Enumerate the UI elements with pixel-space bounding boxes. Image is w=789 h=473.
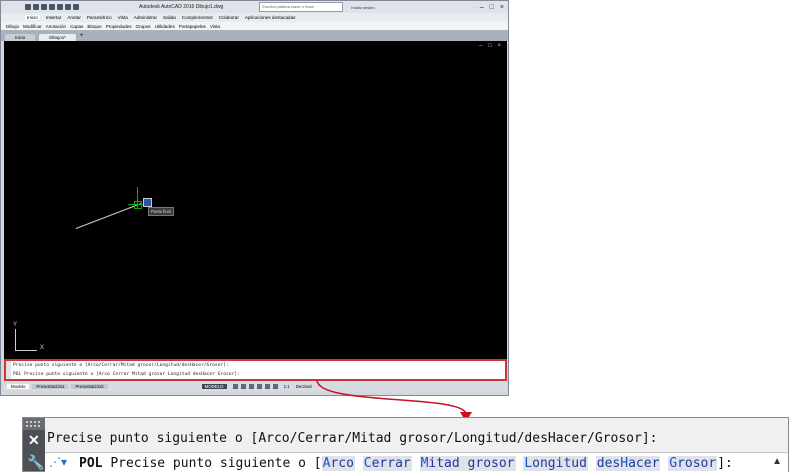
panel-anotacion[interactable]: Anotación — [46, 24, 66, 29]
window-title: Autodesk AutoCAD 2016 Dibujo1.dwg — [139, 4, 224, 10]
endpoint-snap-icon — [143, 198, 152, 207]
panel-modificar[interactable]: Modificar — [23, 24, 42, 29]
grid-icon[interactable] — [232, 383, 238, 389]
tab-anotar[interactable]: Anotar — [67, 15, 81, 20]
polar-icon[interactable] — [256, 383, 262, 389]
option-arco[interactable]: Arco — [321, 456, 355, 471]
sign-in-link[interactable]: Iniciar sesión — [351, 5, 374, 10]
open-icon[interactable] — [33, 4, 39, 10]
tab-inicio[interactable]: Inicio — [25, 15, 40, 20]
panel-grupos[interactable]: Grupos — [136, 24, 151, 29]
command-name: POL — [79, 456, 103, 471]
prompt-end: ]: — [717, 456, 733, 471]
quick-access-toolbar — [25, 4, 79, 10]
option-longitud[interactable]: Longitud — [523, 456, 588, 471]
tab-aplicaciones[interactable]: Aplicaciones destacadas — [245, 15, 296, 20]
new-tab-button[interactable]: + — [80, 33, 84, 39]
option-deshacer[interactable]: desHacer — [595, 456, 661, 471]
wrench-icon[interactable]: 🔧 — [27, 454, 44, 471]
autocad-window: A Autodesk AutoCAD 2016 Dibujo1.dwg Escr… — [0, 0, 509, 396]
layout-tab-modelo[interactable]: Modelo — [7, 383, 30, 389]
pickbox — [134, 201, 142, 209]
recent-commands-icon[interactable]: ⋰▾ — [49, 455, 67, 469]
close-button[interactable]: × — [500, 4, 504, 11]
command-input[interactable]: ⋰▾ POL Precise punto siguiente o [Arco C… — [45, 452, 788, 473]
panel-utilidades[interactable]: Utilidades — [155, 24, 175, 29]
maximize-button[interactable]: □ — [490, 4, 494, 11]
tab-administrar[interactable]: Administrar — [134, 15, 157, 20]
layout-tab-presentacion2[interactable]: Presentación2 — [71, 383, 108, 389]
title-bar: Autodesk AutoCAD 2016 Dibujo1.dwg Escrib… — [1, 1, 508, 13]
file-tabs: Inicio Dibujo1* + — [1, 30, 508, 41]
new-icon[interactable] — [25, 4, 31, 10]
ucs-icon: Y X — [12, 322, 45, 353]
status-toggles — [232, 383, 278, 389]
panel-bloque[interactable]: Bloque — [87, 24, 101, 29]
window-controls: – □ × — [480, 4, 504, 11]
layout-tab-presentacion1[interactable]: Presentación1 — [32, 383, 69, 389]
minimize-button[interactable]: – — [480, 4, 484, 11]
ucs-x-label: X — [40, 345, 45, 351]
history-up-icon[interactable]: ▲ — [772, 456, 782, 467]
close-icon[interactable]: ✕ — [28, 432, 40, 449]
tab-parametrico[interactable]: Paramétrico — [87, 15, 112, 20]
model-space-button[interactable]: MODELO — [201, 383, 227, 389]
snap-tooltip: Punto final — [148, 207, 174, 216]
panel-dibujo[interactable]: Dibujo — [6, 24, 19, 29]
osnap-icon[interactable] — [264, 383, 270, 389]
print-icon[interactable] — [57, 4, 63, 10]
tab-complementos[interactable]: Complementos — [182, 15, 213, 20]
annotation-scale[interactable]: 1:1 — [284, 384, 290, 389]
snap-icon[interactable] — [240, 383, 246, 389]
search-input[interactable]: Escriba palabra clave o frase — [259, 2, 344, 12]
file-tab-dibujo1[interactable]: Dibujo1* — [39, 33, 76, 41]
command-line-grip[interactable] — [6, 361, 11, 379]
command-prompt[interactable]: POL Precise punto siguiente o [Arco Cerr… — [13, 372, 240, 377]
drag-grip[interactable] — [23, 418, 45, 430]
panel-vista[interactable]: Vista — [210, 24, 220, 29]
drawing-canvas[interactable]: – □ × Punto final Y X — [4, 41, 507, 359]
save-icon[interactable] — [41, 4, 47, 10]
ucs-y-label: Y — [13, 322, 18, 328]
prompt-text: Precise punto siguiente o [ — [110, 456, 322, 471]
command-line[interactable]: Precise punto siguiente o [Arco/Cerrar/M… — [4, 359, 507, 381]
save-as-icon[interactable] — [49, 4, 55, 10]
ortho-icon[interactable] — [248, 383, 254, 389]
ribbon-tabs: Inicio Insertar Anotar Paramétrico Vista… — [1, 13, 508, 22]
command-history: Precise punto siguiente o [Arco/Cerrar/M… — [13, 363, 229, 368]
option-mitad-grosor[interactable]: Mitad grosor — [419, 456, 516, 471]
viewport-controls[interactable]: – □ × — [479, 43, 503, 49]
units-selector[interactable]: Decimal — [296, 384, 312, 389]
command-prompt-zoom: POL Precise punto siguiente o [Arco Cerr… — [79, 456, 733, 471]
file-tab-inicio[interactable]: Inicio — [5, 33, 36, 41]
panel-portapapeles[interactable]: Portapapeles — [179, 24, 206, 29]
command-history-zoom: Precise punto siguiente o [Arco/Cerrar/M… — [47, 431, 658, 446]
redo-icon[interactable] — [73, 4, 79, 10]
panel-propiedades[interactable]: Propiedades — [106, 24, 132, 29]
option-grosor[interactable]: Grosor — [668, 456, 718, 471]
tab-salida[interactable]: Salida — [163, 15, 176, 20]
polyline-segment — [75, 202, 142, 229]
option-cerrar[interactable]: Cerrar — [362, 456, 412, 471]
undo-icon[interactable] — [65, 4, 71, 10]
otrack-icon[interactable] — [272, 383, 278, 389]
tab-colaborar[interactable]: Colaborar — [219, 15, 239, 20]
panel-capas[interactable]: Capas — [70, 24, 83, 29]
tab-vista[interactable]: Vista — [118, 15, 128, 20]
command-line-zoom: ✕ 🔧 Precise punto siguiente o [Arco/Cerr… — [22, 417, 789, 473]
tab-insertar[interactable]: Insertar — [46, 15, 62, 20]
